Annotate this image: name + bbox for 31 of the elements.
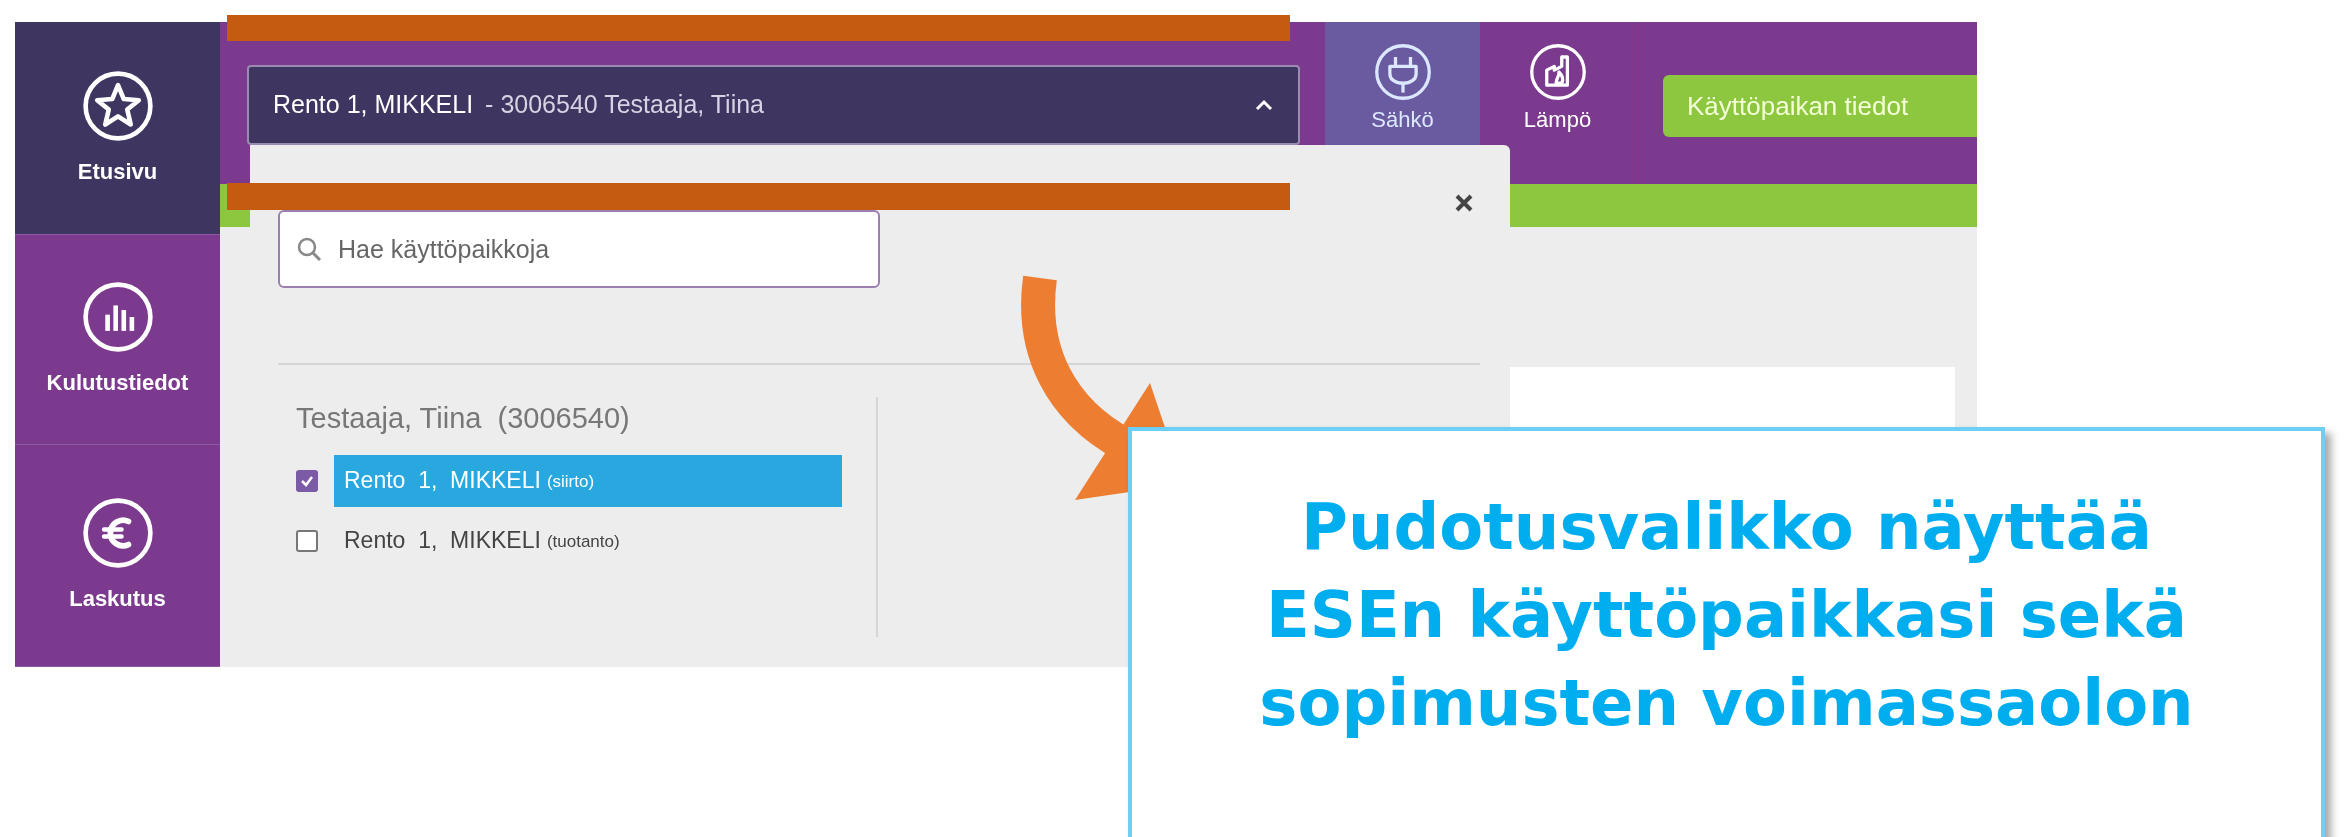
sidebar-label: Laskutus bbox=[69, 585, 166, 613]
search-field[interactable]: Hae käyttöpaikkoja bbox=[278, 210, 880, 288]
sidebar-item[interactable]: Etusivu bbox=[15, 22, 220, 235]
sidebar-label: Etusivu bbox=[77, 157, 158, 186]
callout-text: Pudotusvalikko näyttää bbox=[1301, 489, 2152, 566]
sidebar-item[interactable]: Laskutus bbox=[15, 445, 220, 667]
search-icon bbox=[296, 236, 322, 262]
tab-label: Sähkö bbox=[1371, 106, 1434, 134]
callout-text: sopimusten voimassaolon bbox=[1259, 665, 2194, 742]
option-type: (siirto) bbox=[546, 471, 595, 494]
option-name: Rento 1, MIKKELI bbox=[344, 526, 541, 556]
location-option[interactable]: Rento 1, MIKKELI (tuotanto) bbox=[334, 514, 842, 567]
checkbox[interactable] bbox=[296, 469, 318, 492]
tab-label: Lämpö bbox=[1523, 106, 1592, 134]
callout-text: ESEn käyttöpaikkasi sekä bbox=[1266, 577, 2187, 654]
close-icon[interactable] bbox=[1454, 193, 1474, 213]
chart-icon bbox=[80, 280, 155, 354]
sidebar-label: Kulutustiedot bbox=[46, 369, 189, 397]
location-dropdown[interactable]: Rento 1, MIKKELI - 3006540 Testaaja, Tiina bbox=[247, 65, 1300, 145]
euro-icon bbox=[80, 496, 155, 570]
group-heading: Testaaja, Tiina (3006540) bbox=[296, 401, 631, 436]
energy-tab[interactable]: Lämpö bbox=[1480, 22, 1635, 184]
option-type: (tuotanto) bbox=[546, 531, 620, 554]
selected-location: Rento 1, MIKKELI bbox=[273, 89, 474, 121]
chevron-up-icon bbox=[1254, 98, 1274, 112]
option-name: Rento 1, MIKKELI bbox=[344, 466, 541, 496]
checkbox[interactable] bbox=[296, 529, 318, 552]
plug-icon bbox=[1372, 42, 1433, 102]
sidebar-item[interactable]: Kulutustiedot bbox=[15, 235, 220, 445]
location-detail: - 3006540 Testaaja, Tiina bbox=[485, 89, 764, 121]
factory-icon bbox=[1527, 42, 1588, 102]
